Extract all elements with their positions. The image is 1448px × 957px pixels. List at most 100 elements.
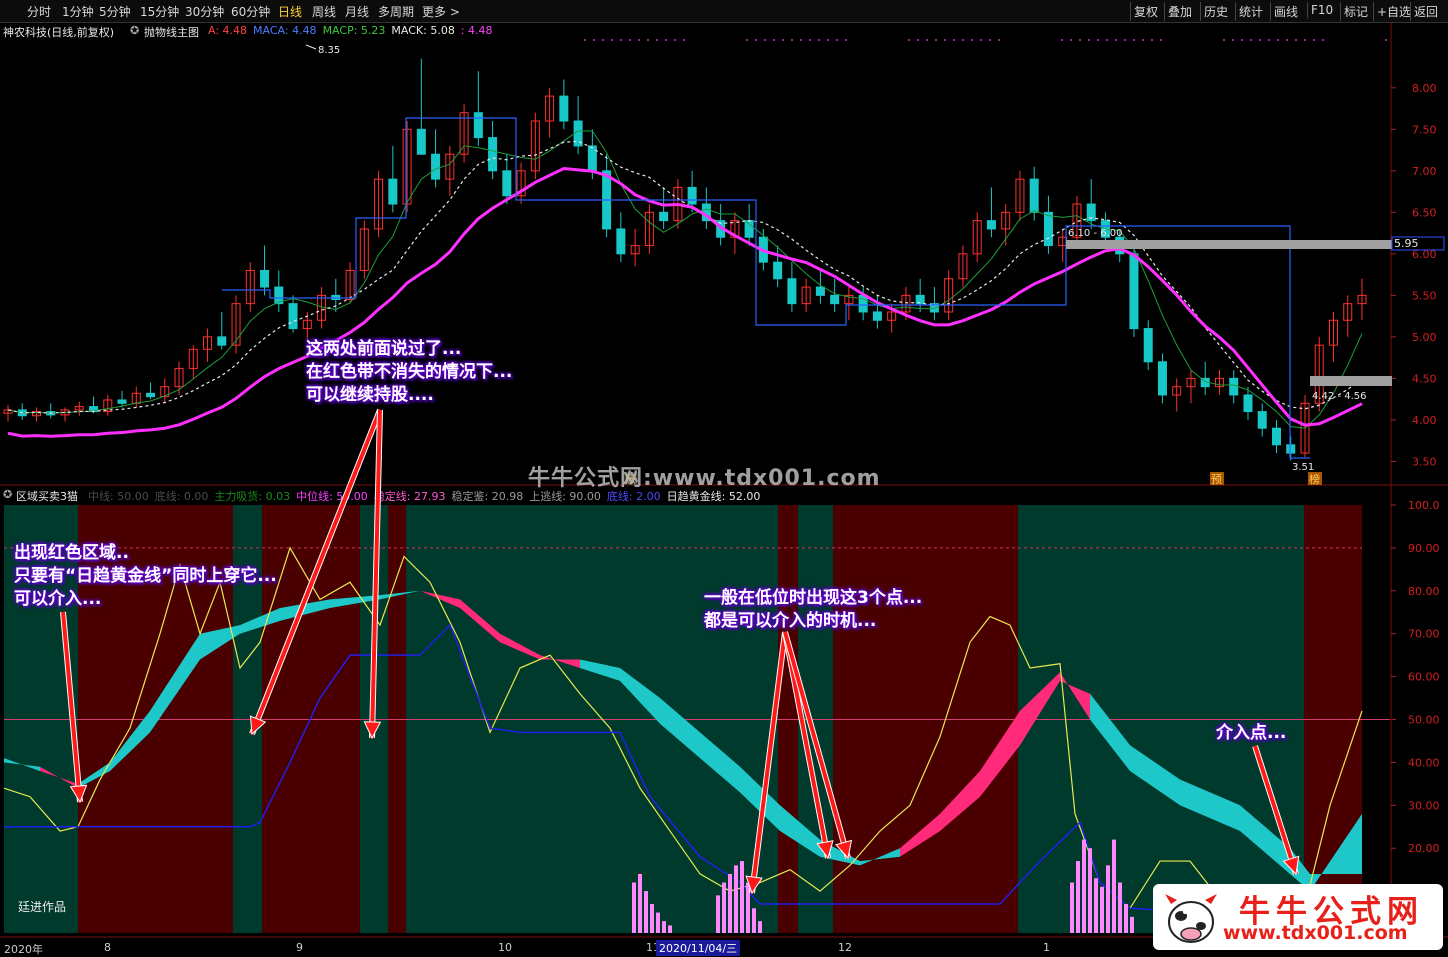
- accumulation-bar: [1082, 839, 1086, 933]
- annotation-line: 这两处前面说过了...: [306, 339, 462, 359]
- signal-dot: [1115, 39, 1117, 41]
- signal-dot: [1097, 39, 1099, 41]
- signal-dot: [1079, 39, 1081, 41]
- annotation-line: 在红色带不消失的情况下...: [306, 362, 513, 382]
- signal-dot: [953, 39, 955, 41]
- accumulation-bar: [656, 912, 660, 933]
- price-axis-label: 8.00: [1412, 82, 1437, 95]
- support-zone-bar: [1310, 376, 1392, 386]
- sub-axis-label: 80.00: [1408, 585, 1440, 598]
- price-axis-label: 4.50: [1412, 372, 1437, 385]
- signal-dot: [1232, 39, 1234, 41]
- signal-dot: [656, 39, 658, 41]
- price-axis-label: 4.00: [1412, 414, 1437, 427]
- range-label: 6.10 - 6.00: [1068, 228, 1123, 239]
- signal-dot: [611, 39, 613, 41]
- candle-body: [1286, 444, 1296, 454]
- candle-body: [1243, 394, 1253, 413]
- signal-dot: [971, 39, 973, 41]
- signal-dot: [827, 39, 829, 41]
- candle-body: [744, 220, 754, 238]
- signal-dot: [1268, 39, 1270, 41]
- accumulation-bar: [1124, 903, 1128, 933]
- signal-dot: [962, 39, 964, 41]
- annotation-left: 出现红色区域.. 只要有“日趋黄金线”同时上穿它... 可以介入...: [14, 542, 277, 611]
- annotation-line: 介入点...: [1216, 723, 1287, 743]
- accumulation-bar: [1070, 882, 1074, 933]
- accumulation-bar: [1130, 916, 1134, 933]
- accumulation-bar: [740, 861, 744, 933]
- candle-body: [1257, 411, 1267, 429]
- candle-body: [1029, 178, 1039, 213]
- parabolic-support-line: [7, 166, 1363, 438]
- high-price-pointer: [305, 44, 317, 50]
- cow-logo-icon: [1165, 894, 1217, 943]
- resistance-zone-bar: [1066, 240, 1392, 249]
- accumulation-bar: [638, 873, 642, 933]
- signal-dot: [1223, 39, 1225, 41]
- signal-dot: [1088, 39, 1090, 41]
- annotation-line: 出现红色区域..: [14, 543, 129, 563]
- candle-body: [1129, 253, 1139, 330]
- annotation-right: 介入点...: [1216, 722, 1286, 745]
- accumulation-bar: [632, 882, 636, 933]
- signal-dot: [602, 39, 604, 41]
- accumulation-bar: [1100, 886, 1104, 933]
- event-badge-label: 预: [1211, 473, 1222, 486]
- signal-dot: [791, 39, 793, 41]
- signal-dot: [746, 39, 748, 41]
- signal-dot: [1124, 39, 1126, 41]
- candle-body: [687, 186, 697, 205]
- accumulation-bar: [1118, 882, 1122, 933]
- candle-body: [815, 286, 825, 296]
- candle-body: [146, 392, 156, 398]
- annotation-top-middle: 这两处前面说过了... 在红色带不消失的情况下... 可以继续持股....: [306, 338, 512, 407]
- sub-axis-label: 70.00: [1408, 628, 1440, 641]
- sub-axis-label: 30.00: [1408, 799, 1440, 812]
- signal-dot: [1277, 39, 1279, 41]
- price-axis-label: 6.50: [1412, 206, 1437, 219]
- accumulation-bar: [650, 903, 654, 933]
- candle-body: [616, 228, 626, 255]
- signal-dot: [647, 39, 649, 41]
- candle-body: [217, 336, 227, 346]
- accumulation-bar: [734, 865, 738, 933]
- price-axis-label: 5.00: [1412, 331, 1437, 344]
- signal-dot: [584, 39, 586, 41]
- signal-dot: [755, 39, 757, 41]
- accumulation-bar: [716, 895, 720, 933]
- candle-body: [431, 153, 441, 180]
- price-axis-label: 7.50: [1412, 123, 1437, 136]
- candle-body: [416, 128, 426, 155]
- candle-body: [473, 112, 483, 139]
- price-axis-label: 3.50: [1412, 455, 1437, 468]
- accumulation-bar: [752, 908, 756, 933]
- candle-body: [1229, 377, 1239, 396]
- signal-dot: [1070, 39, 1072, 41]
- price-highlight-label: 5.95: [1394, 237, 1419, 250]
- accumulation-bar: [662, 921, 666, 933]
- signal-dot: [1250, 39, 1252, 41]
- signal-dot: [980, 39, 982, 41]
- candle-body: [117, 399, 127, 404]
- candle-body: [986, 220, 996, 230]
- candle-body: [388, 178, 398, 205]
- annotation-line: 只要有“日趋黄金线”同时上穿它...: [14, 566, 277, 586]
- annotation-line: 可以继续持股....: [306, 385, 434, 405]
- annotation-line: 一般在低位时出现这3个点...: [704, 588, 923, 608]
- brand-url: www.tdx001.com: [1223, 922, 1408, 944]
- annotation-line: 可以介入...: [14, 589, 102, 609]
- signal-dot: [1160, 39, 1162, 41]
- candle-body: [488, 137, 498, 172]
- signal-dot: [638, 39, 640, 41]
- event-badge-label: 榜: [1309, 472, 1320, 486]
- sub-axis-label: 90.00: [1408, 542, 1440, 555]
- signal-dot: [917, 39, 919, 41]
- candle-body: [559, 95, 569, 122]
- signal-dot: [926, 39, 928, 41]
- signal-dot: [1241, 39, 1243, 41]
- candle-body: [587, 145, 597, 172]
- candle-body: [858, 294, 868, 313]
- candle-body: [1157, 361, 1167, 396]
- price-axis-label: 7.00: [1412, 165, 1437, 178]
